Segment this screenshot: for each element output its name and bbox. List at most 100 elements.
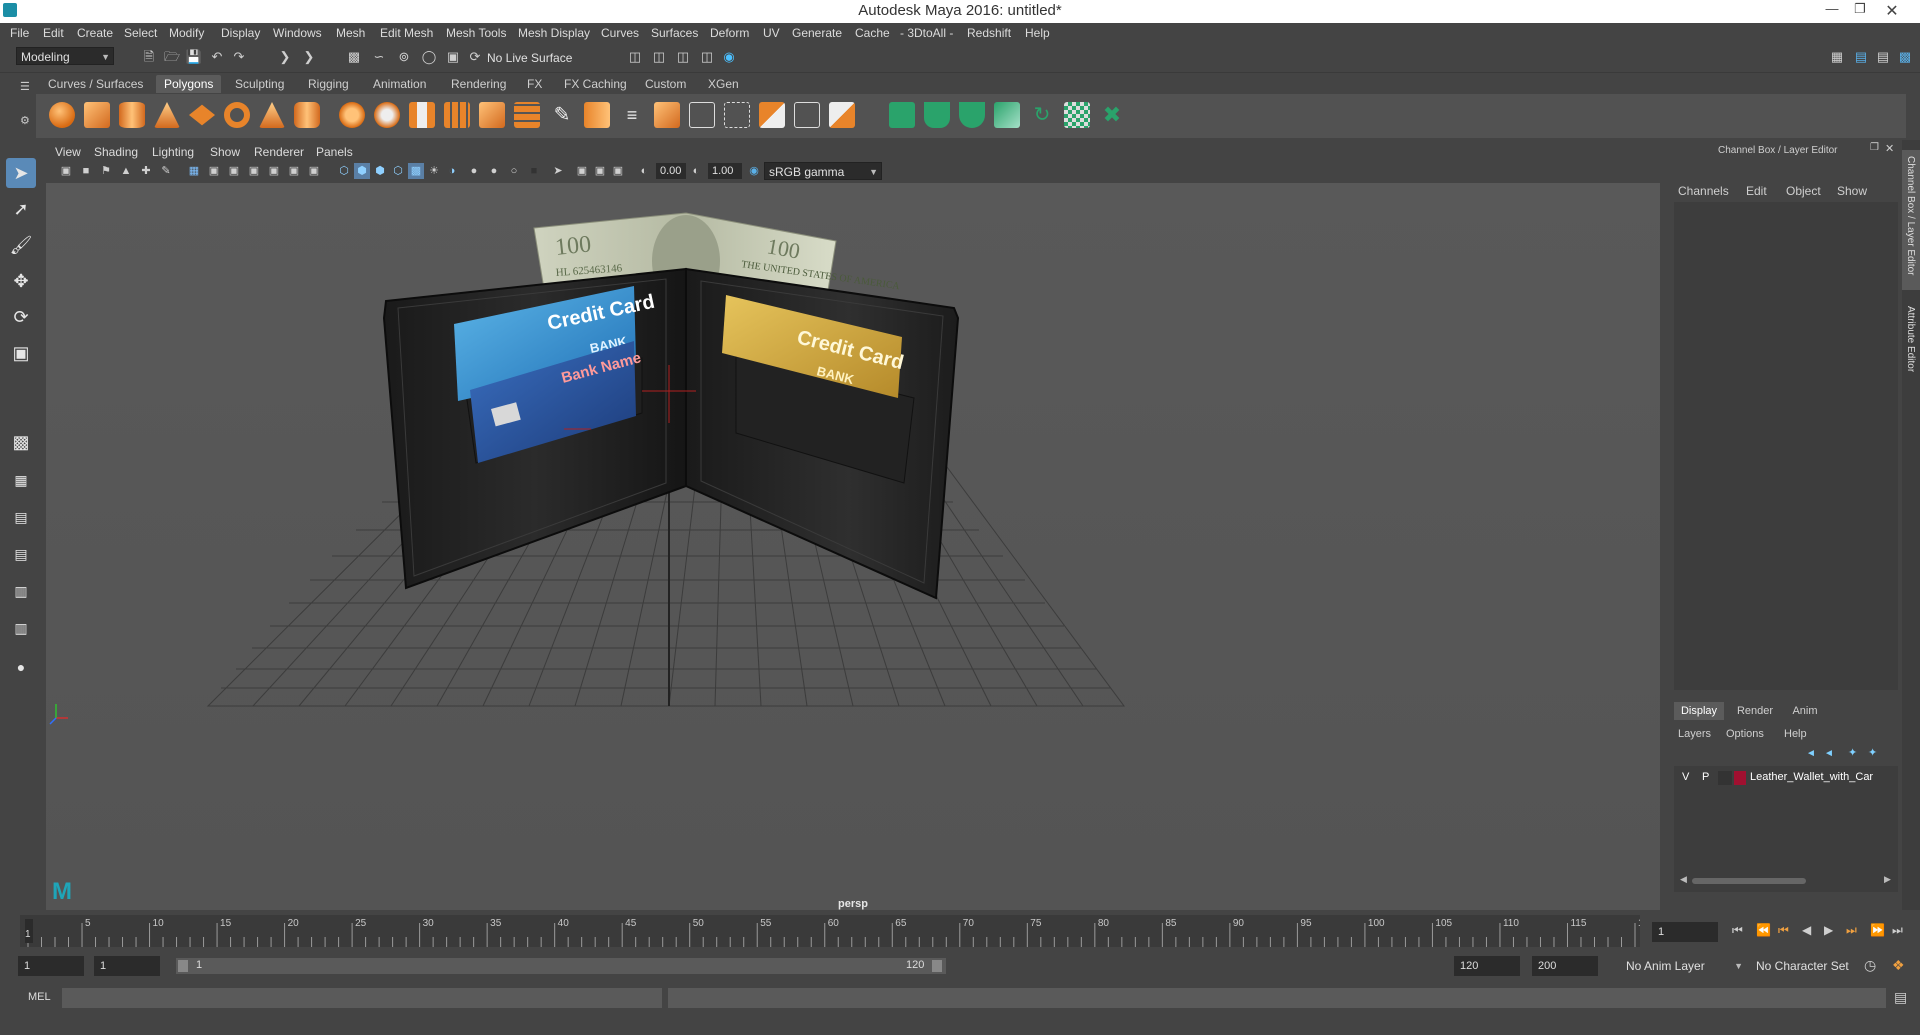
tab-xgen[interactable]: XGen	[700, 75, 747, 93]
persp-uv-layout-icon[interactable]: ▥	[6, 613, 36, 643]
live-surface-field[interactable]: No Live Surface	[483, 49, 579, 67]
xray-joints-icon[interactable]: ▣	[592, 163, 608, 179]
playback-start-field[interactable]: 1	[94, 956, 160, 976]
render-view-icon[interactable]: ◉	[720, 48, 738, 66]
animation-end-field[interactable]: 200	[1532, 956, 1598, 976]
undo-icon[interactable]: ↶	[208, 48, 226, 66]
play-backwards-icon[interactable]: ◀	[1802, 923, 1811, 937]
perspective-viewport[interactable]: HL 625463146 THE UNITED STATES OF AMERIC…	[46, 183, 1660, 910]
poly-cone-icon[interactable]	[154, 102, 180, 128]
cb-menu-show[interactable]: Show	[1837, 184, 1867, 198]
panel-menu-panels[interactable]: Panels	[316, 145, 353, 159]
grid-toggle-icon[interactable]: ▦	[186, 163, 202, 179]
side-tab-attribute-editor[interactable]: Attribute Editor	[1902, 300, 1920, 400]
menu-edit-mesh[interactable]: Edit Mesh	[380, 26, 433, 40]
layer-menu-help[interactable]: Help	[1784, 728, 1807, 740]
snap-view-plane-icon[interactable]: ◯	[420, 48, 438, 66]
safe-title-icon[interactable]: ▣	[306, 163, 322, 179]
auto-key-icon[interactable]: ◷	[1864, 957, 1876, 974]
layer-scrollbar[interactable]: ◀ ▶	[1680, 874, 1892, 886]
bevel-icon[interactable]	[584, 102, 610, 128]
scroll-left-icon[interactable]: ◀	[1680, 874, 1687, 885]
menu-create[interactable]: Create	[77, 26, 113, 40]
modeling-toolkit-icon[interactable]: ▦	[1828, 48, 1846, 66]
poly-pipe-icon[interactable]	[294, 102, 320, 128]
layer-type-toggle[interactable]	[1718, 771, 1732, 785]
panel-close-icon[interactable]: ✕	[1885, 142, 1894, 155]
move-tool-icon[interactable]: ✥	[6, 266, 36, 296]
scale-tool-icon[interactable]: ▣	[6, 338, 36, 368]
layer-playback-toggle[interactable]: P	[1702, 771, 1709, 783]
panel-menu-renderer[interactable]: Renderer	[254, 145, 304, 159]
new-scene-icon[interactable]: 🗎	[140, 48, 158, 66]
range-slider[interactable]: 1 120	[176, 958, 946, 974]
color-space-dropdown[interactable]: sRGB gamma ▼	[764, 162, 882, 180]
time-slider[interactable]: 5 10 15 20 25 30 35 40 45 50 55 60 65 70 75 80 85 90 95 100…	[20, 915, 1640, 947]
restore-button[interactable]: ❐	[1846, 1, 1874, 21]
uv-checker-icon[interactable]	[1064, 102, 1090, 128]
tab-custom[interactable]: Custom	[637, 75, 694, 93]
go-to-start-icon[interactable]: ⏮	[1732, 923, 1743, 938]
hypershade-layout-icon[interactable]: ▥	[6, 576, 36, 606]
rotate-tool-icon[interactable]: ⟳	[6, 302, 36, 332]
cylindrical-uv-icon[interactable]	[924, 102, 950, 128]
snap-point-icon[interactable]: ⊚	[395, 48, 413, 66]
layer-menu-layers[interactable]: Layers	[1678, 728, 1711, 740]
gamma-icon[interactable]: ◐	[688, 163, 704, 179]
poly-cube-icon[interactable]	[84, 102, 110, 128]
menu-curves[interactable]: Curves	[601, 26, 639, 40]
safe-action-icon[interactable]: ▣	[286, 163, 302, 179]
layer-tab-anim[interactable]: Anim	[1782, 702, 1828, 720]
select-tool-icon[interactable]: ➤	[6, 158, 36, 188]
anim-layer-dropdown[interactable]: No Anim Layer ▼	[1622, 957, 1746, 975]
planar-uv-icon[interactable]	[889, 102, 915, 128]
tab-sculpting[interactable]: Sculpting	[227, 75, 292, 93]
current-frame-marker[interactable]: 1	[25, 919, 33, 943]
tab-rendering[interactable]: Rendering	[443, 75, 514, 93]
snap-curve-icon[interactable]: ∽	[370, 48, 388, 66]
menu-modify[interactable]: Modify	[169, 26, 204, 40]
menu-cache[interactable]: Cache	[855, 26, 890, 40]
screen-space-ao-icon[interactable]: ●	[466, 163, 482, 179]
film-gate-icon[interactable]: ▣	[206, 163, 222, 179]
play-forwards-icon[interactable]: ▶	[1824, 923, 1833, 937]
make-live-icon[interactable]: ⟳	[466, 48, 484, 66]
gamma-field[interactable]: 1.00	[708, 163, 742, 179]
xray-components-icon[interactable]: ▣	[610, 163, 626, 179]
smooth-icon[interactable]	[409, 102, 435, 128]
range-slider-start-handle[interactable]	[178, 960, 188, 972]
tab-polygons[interactable]: Polygons	[156, 75, 222, 93]
use-all-lights-icon[interactable]: ☀	[426, 163, 442, 179]
lasso-tool-icon[interactable]: ➚	[6, 194, 36, 224]
persp-outliner-layout-icon[interactable]: ▤	[6, 502, 36, 532]
animation-preferences-icon[interactable]: ❖	[1892, 957, 1905, 974]
tab-animation[interactable]: Animation	[365, 75, 434, 93]
menu-surfaces[interactable]: Surfaces	[651, 26, 698, 40]
poly-plane-icon[interactable]	[189, 104, 215, 126]
shelf-settings-icon[interactable]: ⚙	[20, 114, 32, 127]
resolution-gate-icon[interactable]: ▣	[226, 163, 242, 179]
mode-dropdown[interactable]: Modeling ▼	[16, 47, 114, 65]
cb-menu-edit[interactable]: Edit	[1746, 184, 1767, 198]
playback-end-field[interactable]: 120	[1454, 956, 1520, 976]
textured-icon[interactable]: ▩	[408, 163, 424, 179]
move-layer-up-icon[interactable]: ◄	[1806, 748, 1816, 759]
panel-menu-show[interactable]: Show	[210, 145, 240, 159]
render-settings-icon[interactable]: ◫	[674, 48, 692, 66]
command-language-label[interactable]: MEL	[28, 991, 51, 1003]
render-current-frame-icon[interactable]: ◫	[626, 48, 644, 66]
menu-redshift[interactable]: Redshift	[967, 26, 1011, 40]
two-d-pan-zoom-icon[interactable]: ✚	[138, 163, 154, 179]
uv-editor-icon[interactable]: ↻	[1029, 102, 1055, 128]
smooth-shade-icon[interactable]: ⬢	[354, 163, 370, 179]
script-editor-icon[interactable]: ▤	[1894, 989, 1907, 1006]
menu-uv[interactable]: UV	[763, 26, 780, 40]
layer-color-swatch[interactable]	[1734, 771, 1746, 785]
tab-curves-surfaces[interactable]: Curves / Surfaces	[40, 75, 151, 93]
single-perspective-layout-icon[interactable]: ▩	[6, 427, 36, 457]
scroll-right-icon[interactable]: ▶	[1884, 874, 1891, 885]
step-forward-key-icon[interactable]: ⏭	[1846, 923, 1857, 938]
mirror-geometry-icon[interactable]	[479, 102, 505, 128]
tab-rigging[interactable]: Rigging	[300, 75, 357, 93]
layer-name[interactable]: Leather_Wallet_with_Car	[1750, 771, 1896, 783]
